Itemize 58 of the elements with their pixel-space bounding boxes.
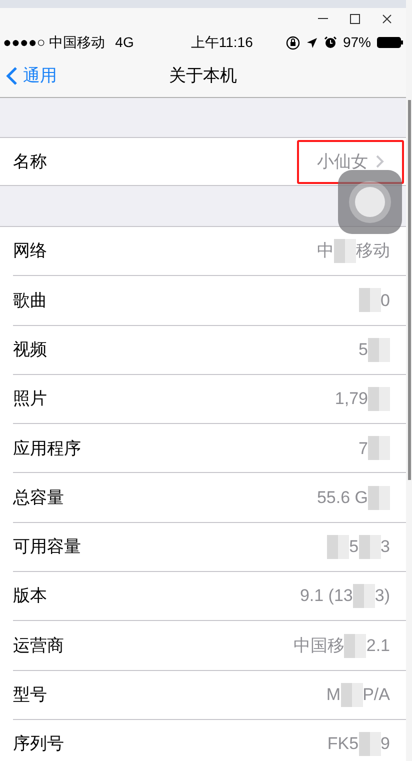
alarm-clock-icon — [324, 36, 337, 49]
row-label: 视频 — [13, 338, 47, 361]
location-arrow-icon — [306, 36, 318, 48]
redaction-mosaic — [327, 534, 350, 559]
battery-percent: 97% — [342, 33, 371, 52]
row-label: 版本 — [13, 585, 47, 608]
row-value: 55.6 G — [316, 486, 368, 509]
row-value: 中国移 — [293, 634, 344, 657]
row-label: 名称 — [13, 150, 47, 173]
redaction-mosaic — [334, 239, 356, 264]
close-icon[interactable] — [382, 14, 392, 24]
redaction-mosaic — [340, 682, 363, 707]
row-value: P/A — [362, 684, 390, 706]
carrier-name: ●●●●○ 中国移动 — [3, 33, 106, 52]
maximize-icon[interactable] — [350, 14, 360, 24]
row-label: 网络 — [13, 240, 47, 262]
network-type: 4G — [115, 33, 134, 52]
assistive-touch-button[interactable] — [338, 170, 402, 234]
battery-icon — [377, 37, 403, 48]
redaction-mosaic — [358, 288, 381, 312]
redaction-mosaic — [352, 584, 375, 608]
redaction-mosaic — [368, 486, 390, 510]
row-label: 歌曲 — [13, 290, 47, 312]
redaction-mosaic — [368, 338, 390, 362]
minimize-icon[interactable] — [318, 18, 328, 20]
row-value: 9 — [380, 733, 390, 756]
row-value: 5 — [349, 536, 359, 558]
redaction-mosaic — [368, 387, 390, 412]
row-label: 应用程序 — [13, 438, 81, 460]
back-chevron-icon — [6, 66, 18, 86]
clock-time: 上午11:16 — [190, 33, 253, 52]
redaction-mosaic — [344, 634, 366, 658]
chevron-icon — [376, 155, 384, 168]
redaction-mosaic — [358, 732, 381, 756]
row-value: M — [326, 684, 341, 706]
page-title: 关于本机 — [169, 65, 237, 88]
row-value: 1,79 — [334, 388, 368, 410]
row-label: 运营商 — [13, 634, 64, 657]
row-value: 3) — [374, 585, 390, 608]
scrollbar-thumb[interactable] — [408, 100, 410, 480]
row-value: 3 — [380, 536, 390, 558]
row-value: 中 — [317, 240, 334, 262]
row-label: 序列号 — [13, 733, 64, 756]
row-value: 9.1 (13 — [300, 585, 353, 608]
row-label: 可用容量 — [13, 536, 81, 558]
row-value: 7 — [358, 438, 368, 460]
row-label: 照片 — [13, 388, 47, 410]
back-button[interactable]: 通用 — [0, 63, 57, 89]
row-value: FK5 — [327, 733, 359, 756]
redaction-mosaic — [358, 534, 381, 559]
row-value: 2.1 — [366, 634, 390, 657]
row-value: 5 — [358, 338, 368, 361]
row-value: 0 — [380, 290, 390, 312]
rotation-lock-icon — [286, 36, 300, 50]
row-value: 移动 — [356, 240, 390, 262]
row-label: 型号 — [13, 684, 47, 706]
row-label: 总容量 — [13, 486, 64, 509]
redaction-mosaic — [368, 436, 390, 460]
